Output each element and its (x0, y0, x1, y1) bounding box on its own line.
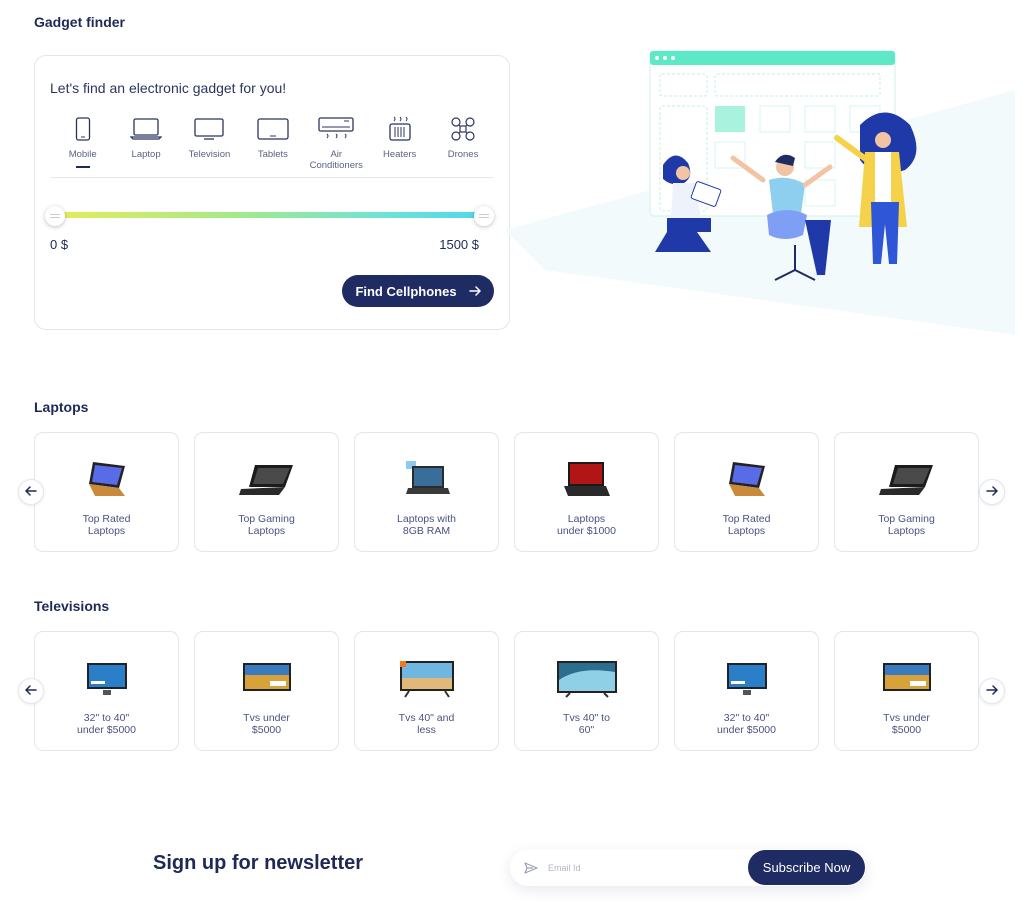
laptop-image (725, 459, 769, 501)
price-max-label: 1500 $ (439, 237, 479, 252)
price-min-label: 0 $ (50, 237, 69, 252)
televisions-prev-button[interactable] (18, 678, 44, 704)
televisions-carousel: 32" to 40" under $5000 Tvs under $5000 T… (18, 631, 1008, 751)
card-label: 32" to 40" under $5000 (717, 712, 776, 736)
find-button-label: Find Cellphones (355, 283, 457, 299)
tv-card[interactable]: Tvs 40" to 60" (514, 631, 659, 751)
gadget-finder-card: Let's find an electronic gadget for you!… (34, 55, 510, 330)
tab-air-conditioners[interactable]: Air Conditioners (305, 114, 368, 178)
subscribe-button[interactable]: Subscribe Now (748, 850, 865, 885)
tv-image (242, 658, 292, 700)
tab-mobile[interactable]: Mobile (51, 114, 114, 178)
laptop-card[interactable]: Top Rated Laptops (674, 432, 819, 552)
mobile-icon (75, 114, 91, 144)
tv-card[interactable]: 32" to 40" under $5000 (34, 631, 179, 751)
arrow-left-icon (25, 682, 37, 700)
price-range-track[interactable] (55, 212, 487, 218)
laptop-card[interactable]: Top Gaming Laptops (194, 432, 339, 552)
laptop-image (238, 459, 295, 501)
televisions-section-title: Televisions (34, 598, 110, 614)
find-cellphones-button[interactable]: Find Cellphones (342, 275, 494, 307)
tv-image (882, 658, 932, 700)
card-label: Top Rated Laptops (722, 513, 771, 537)
tv-card[interactable]: 32" to 40" under $5000 (674, 631, 819, 751)
tv-card[interactable]: Tvs under $5000 (194, 631, 339, 751)
tv-image (725, 658, 769, 700)
newsletter-title: Sign up for newsletter (153, 852, 364, 874)
tv-image (556, 658, 618, 700)
laptop-card[interactable]: Top Gaming Laptops (834, 432, 979, 552)
tab-label: Heaters (383, 149, 417, 160)
card-label: Tvs under $5000 (883, 712, 930, 736)
price-min-handle[interactable] (45, 206, 65, 226)
tab-laptop[interactable]: Laptop (114, 114, 177, 178)
active-tab-indicator (75, 166, 90, 168)
price-max-handle[interactable] (474, 206, 494, 226)
card-label: Top Rated Laptops (82, 513, 131, 537)
laptop-card[interactable]: Laptops under $1000 (514, 432, 659, 552)
televisions-next-button[interactable] (979, 678, 1005, 704)
laptop-image (562, 459, 612, 501)
tv-card[interactable]: Tvs under $5000 (834, 631, 979, 751)
newsletter-form: Subscribe Now (510, 849, 866, 886)
tab-heaters[interactable]: Heaters (368, 114, 431, 178)
tv-card[interactable]: Tvs 40" and less (354, 631, 499, 751)
tv-image (85, 658, 129, 700)
laptops-prev-button[interactable] (18, 479, 44, 505)
tab-label: Television (188, 149, 231, 160)
laptops-carousel: Top Rated Laptops Top Gaming Laptops Lap… (18, 432, 1008, 552)
card-label: Laptops under $1000 (557, 513, 616, 537)
air-conditioner-icon (318, 114, 354, 144)
card-label: Tvs under $5000 (243, 712, 290, 736)
laptops-next-button[interactable] (979, 479, 1005, 505)
arrow-left-icon (25, 483, 37, 501)
gadget-finder-title: Gadget finder (34, 14, 126, 30)
tab-label: Tablets (257, 149, 288, 160)
laptops-section-title: Laptops (34, 399, 89, 415)
arrow-right-icon (986, 682, 998, 700)
card-label: Laptops with 8GB RAM (397, 513, 456, 537)
heater-icon (388, 114, 412, 144)
tab-label: Mobile (68, 149, 97, 160)
tab-tablets[interactable]: Tablets (241, 114, 304, 178)
laptop-card[interactable]: Laptops with 8GB RAM (354, 432, 499, 552)
tab-label: Drones (447, 149, 479, 160)
category-tabs: Mobile Laptop Television Tablets Air Con… (51, 114, 495, 178)
card-label: 32" to 40" under $5000 (77, 712, 136, 736)
tab-label: Laptop (131, 149, 161, 160)
finder-prompt: Let's find an electronic gadget for you! (50, 80, 287, 96)
card-label: Tvs 40" to 60" (563, 712, 610, 736)
laptop-image (404, 459, 450, 501)
send-icon (524, 861, 538, 879)
laptop-image (878, 459, 935, 501)
laptop-image (85, 459, 129, 501)
tablet-icon (257, 114, 289, 144)
tab-drones[interactable]: Drones (431, 114, 494, 178)
drone-icon (450, 114, 476, 144)
arrow-right-icon (986, 483, 998, 501)
arrow-right-icon (468, 284, 481, 299)
laptop-card[interactable]: Top Rated Laptops (34, 432, 179, 552)
tv-image (399, 658, 455, 700)
card-label: Top Gaming Laptops (878, 513, 935, 537)
television-icon (194, 114, 225, 144)
divider (50, 177, 494, 178)
card-label: Top Gaming Laptops (238, 513, 295, 537)
laptop-icon (130, 114, 163, 144)
team-illustration (505, 40, 1015, 340)
card-label: Tvs 40" and less (398, 712, 455, 736)
tab-television[interactable]: Television (178, 114, 241, 178)
email-input[interactable] (548, 859, 738, 877)
tab-label: Air Conditioners (309, 149, 363, 171)
